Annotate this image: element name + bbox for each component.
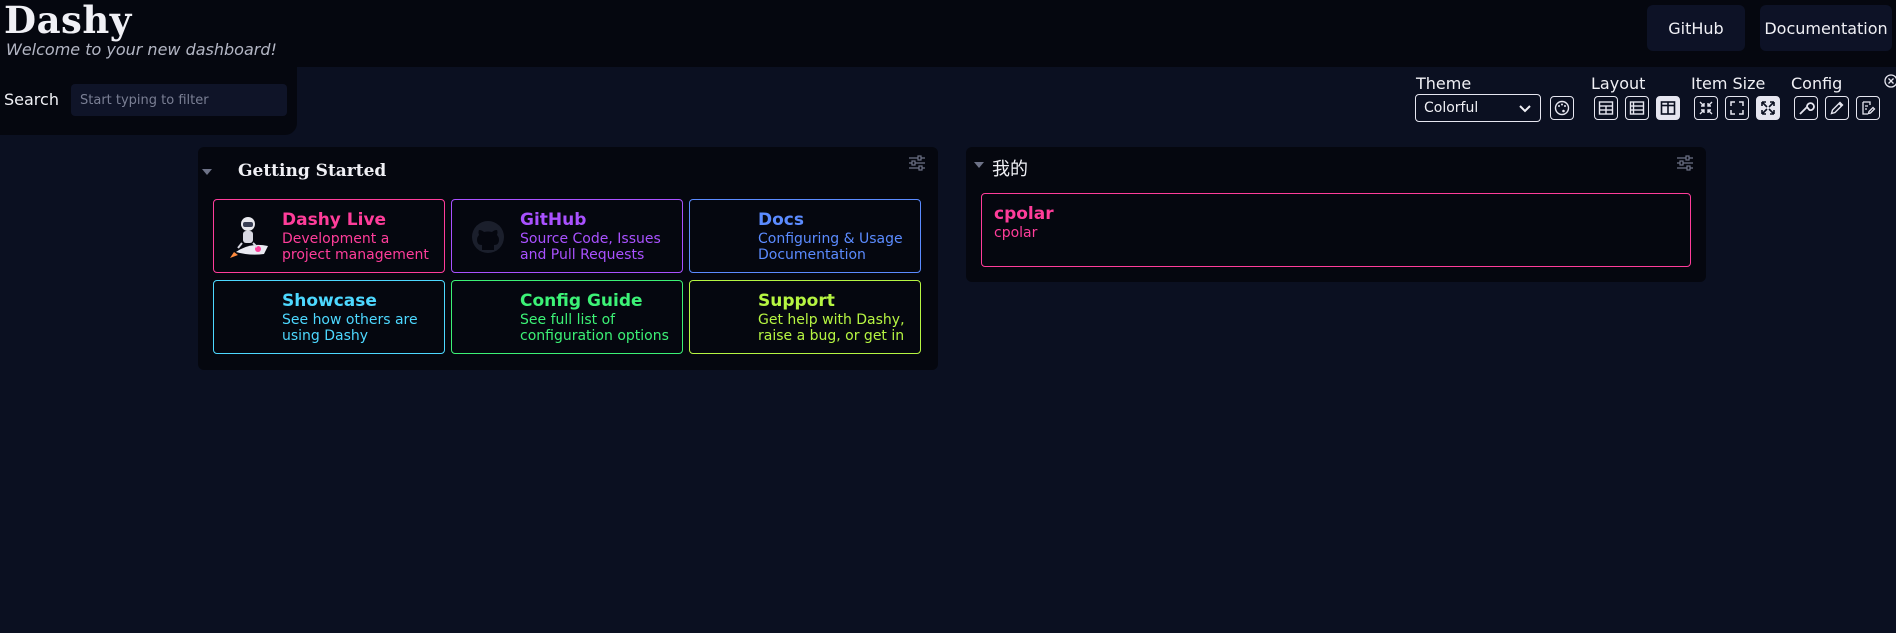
rocket-astronaut-icon xyxy=(230,217,268,258)
section-title: 我的 xyxy=(992,159,1028,180)
config-edit-button[interactable] xyxy=(1825,96,1849,120)
expand-icon xyxy=(1761,101,1775,115)
item-dashy-live[interactable]: Dashy Live Development a project managem… xyxy=(213,199,445,273)
page-subtitle: Welcome to your new dashboard! xyxy=(6,40,277,59)
shrink-icon xyxy=(1699,101,1713,115)
item-title: Support xyxy=(758,291,835,311)
theme-configurator-button[interactable] xyxy=(1550,96,1574,120)
theme-select[interactable]: Colorful xyxy=(1415,94,1541,122)
edit-document-icon xyxy=(1862,101,1876,115)
list-layout-icon xyxy=(1629,101,1645,115)
chevron-down-icon xyxy=(1519,105,1531,113)
wrench-icon xyxy=(1799,102,1815,115)
collapse-caret-icon[interactable] xyxy=(202,169,212,175)
item-title: Docs xyxy=(758,210,804,230)
section-getting-started: Getting Started Dashy Live Development a… xyxy=(198,147,938,370)
item-support[interactable]: Support Get help with Dashy, raise a bug… xyxy=(689,280,921,354)
config-interactive-editor-button[interactable] xyxy=(1856,96,1880,120)
close-settings-icon[interactable] xyxy=(1884,74,1896,88)
item-title: Config Guide xyxy=(520,291,643,311)
item-description: Development a project management xyxy=(282,231,429,263)
section-title: Getting Started xyxy=(238,161,387,181)
page-title: Dashy xyxy=(4,0,132,42)
config-update-button[interactable] xyxy=(1794,96,1818,120)
theme-label: Theme xyxy=(1416,74,1472,93)
search-label: Search xyxy=(4,90,59,109)
item-description: See how others are using Dashy xyxy=(282,312,418,344)
item-title: GitHub xyxy=(520,210,587,230)
item-description: Source Code, Issues and Pull Requests xyxy=(520,231,661,263)
layout-auto-button[interactable] xyxy=(1594,96,1618,120)
item-description: Configuring & Usage Documentation xyxy=(758,231,903,263)
item-github[interactable]: GitHub Source Code, Issues and Pull Requ… xyxy=(451,199,683,273)
item-size-medium-button[interactable] xyxy=(1725,96,1749,120)
item-title: Dashy Live xyxy=(282,210,387,230)
item-showcase[interactable]: Showcase See how others are using Dashy xyxy=(213,280,445,354)
header: Dashy Welcome to your new dashboard! Git… xyxy=(0,0,1896,67)
section-mine: 我的 cpolar cpolar xyxy=(966,147,1706,282)
pencil-icon xyxy=(1830,101,1844,115)
search-bar: Search xyxy=(0,67,297,135)
item-cpolar[interactable]: cpolar cpolar xyxy=(981,193,1691,267)
grid-layout-icon xyxy=(1598,101,1614,115)
github-icon xyxy=(472,221,504,253)
item-size-small-button[interactable] xyxy=(1694,96,1718,120)
item-config-guide[interactable]: Config Guide See full list of configurat… xyxy=(451,280,683,354)
palette-icon xyxy=(1554,100,1570,116)
item-size-large-button[interactable] xyxy=(1756,96,1780,120)
item-size-label: Item Size xyxy=(1691,74,1766,93)
nav-github-link[interactable]: GitHub xyxy=(1647,5,1745,51)
frame-icon xyxy=(1730,101,1744,115)
theme-select-value: Colorful xyxy=(1424,100,1479,116)
item-title: cpolar xyxy=(994,204,1054,224)
config-label: Config xyxy=(1791,74,1843,93)
nav-documentation-link[interactable]: Documentation xyxy=(1760,5,1892,51)
layout-horizontal-button[interactable] xyxy=(1656,96,1680,120)
section-options-icon[interactable] xyxy=(1676,155,1694,171)
item-description: See full list of configuration options xyxy=(520,312,669,344)
columns-layout-icon xyxy=(1660,101,1676,115)
collapse-caret-icon[interactable] xyxy=(974,162,984,168)
layout-vertical-button[interactable] xyxy=(1625,96,1649,120)
item-description: cpolar xyxy=(994,225,1038,241)
item-docs[interactable]: Docs Configuring & Usage Documentation xyxy=(689,199,921,273)
layout-label: Layout xyxy=(1591,74,1646,93)
item-title: Showcase xyxy=(282,291,377,311)
search-input[interactable] xyxy=(71,84,287,116)
section-options-icon[interactable] xyxy=(908,155,926,171)
item-description: Get help with Dashy, raise a bug, or get… xyxy=(758,312,905,344)
